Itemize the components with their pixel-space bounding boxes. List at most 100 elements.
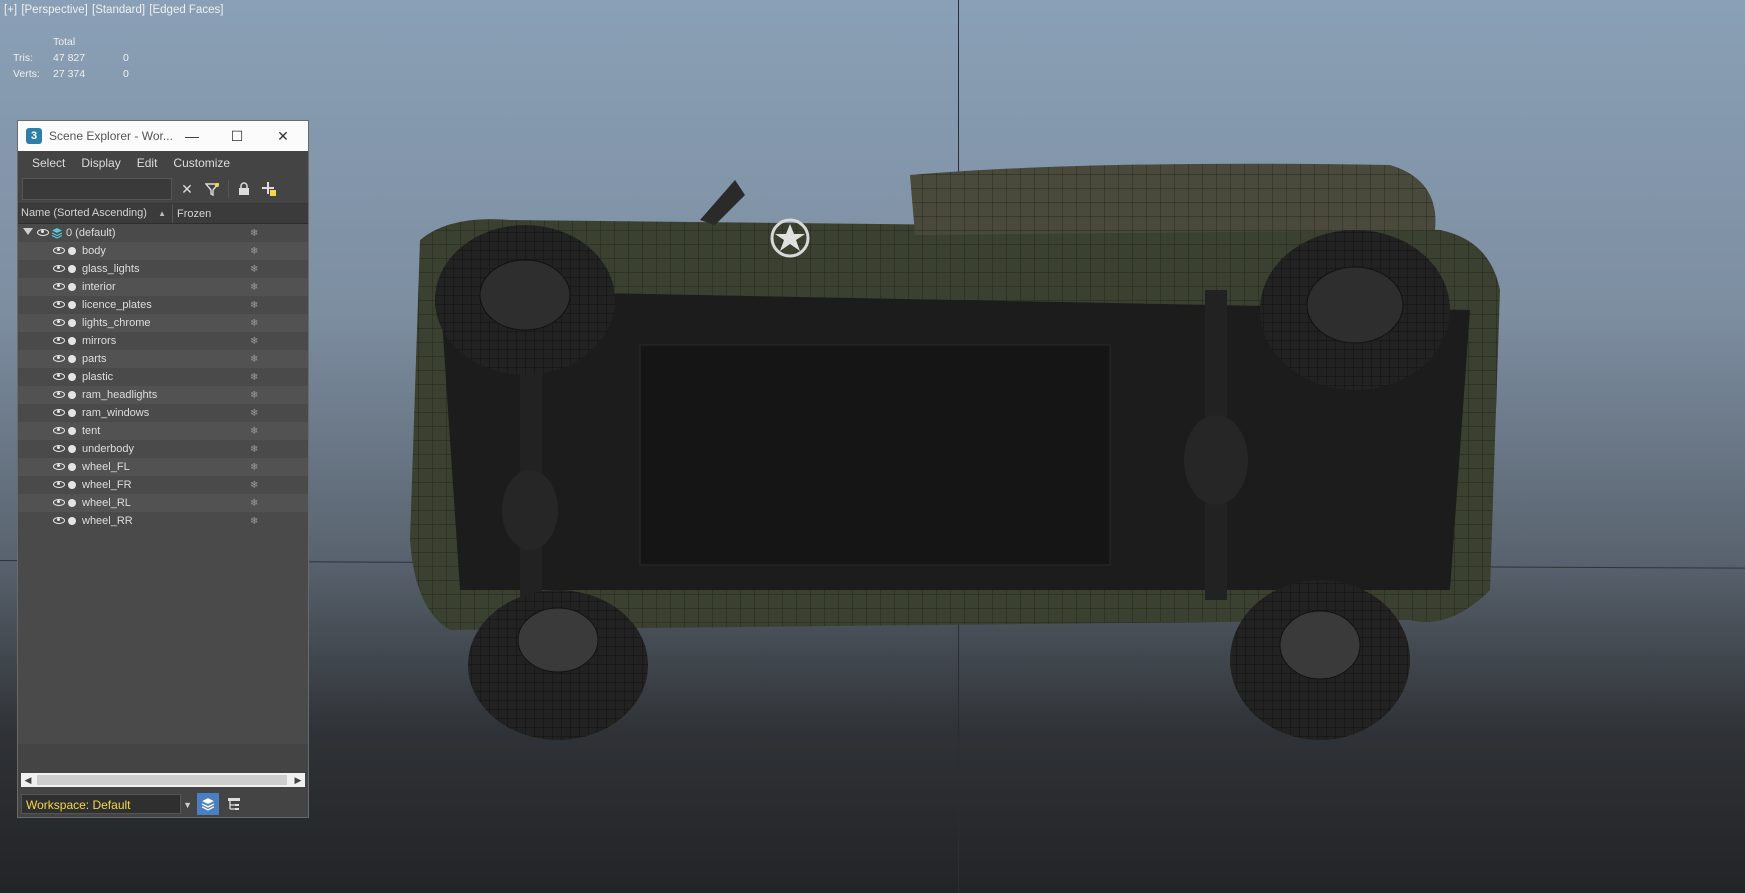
visibility-eye-icon[interactable] bbox=[53, 517, 65, 524]
object-row[interactable]: wheel_RL ❄ bbox=[18, 494, 308, 512]
object-row[interactable]: ram_headlights ❄ bbox=[18, 386, 308, 404]
menu-customize[interactable]: Customize bbox=[165, 156, 238, 170]
scene-explorer-window[interactable]: 3 Scene Explorer - Wor... — ☐ ✕ Select D… bbox=[17, 120, 309, 818]
object-row[interactable]: wheel_FR ❄ bbox=[18, 476, 308, 494]
scene-explorer-menubar: Select Display Edit Customize bbox=[18, 151, 308, 175]
object-dot-icon bbox=[68, 265, 76, 273]
object-row[interactable]: glass_lights ❄ bbox=[18, 260, 308, 278]
scene-tree[interactable]: 0 (default) ❄ body ❄ glass_lights ❄ interior… bbox=[18, 224, 308, 744]
object-row[interactable]: plastic ❄ bbox=[18, 368, 308, 386]
object-row[interactable]: parts ❄ bbox=[18, 350, 308, 368]
object-name: lights_chrome bbox=[82, 317, 151, 329]
visibility-eye-icon[interactable] bbox=[53, 481, 65, 488]
visibility-eye-icon[interactable] bbox=[53, 427, 65, 434]
freeze-snowflake-icon[interactable]: ❄ bbox=[250, 408, 258, 419]
workspace-dropdown[interactable]: Workspace: Default ▼ bbox=[21, 794, 192, 814]
vehicle-model[interactable] bbox=[390, 160, 1650, 740]
object-row[interactable]: interior ❄ bbox=[18, 278, 308, 296]
3dsmax-app-icon: 3 bbox=[26, 128, 42, 144]
wheel-front-top bbox=[435, 225, 615, 375]
visibility-eye-icon[interactable] bbox=[53, 319, 65, 326]
layer-explorer-button[interactable] bbox=[197, 793, 219, 815]
close-button[interactable]: ✕ bbox=[261, 121, 305, 151]
column-frozen-header[interactable]: Frozen bbox=[173, 208, 211, 220]
visibility-eye-icon[interactable] bbox=[37, 229, 49, 236]
freeze-snowflake-icon[interactable]: ❄ bbox=[250, 354, 258, 365]
object-name: body bbox=[82, 245, 106, 257]
stats-tris-total: 47 827 bbox=[53, 52, 86, 64]
freeze-snowflake-icon[interactable]: ❄ bbox=[250, 498, 258, 509]
visibility-eye-icon[interactable] bbox=[53, 499, 65, 506]
search-input[interactable] bbox=[22, 178, 172, 200]
object-row[interactable]: lights_chrome ❄ bbox=[18, 314, 308, 332]
sort-ascending-icon: ▲ bbox=[158, 209, 166, 218]
object-row[interactable]: underbody ❄ bbox=[18, 440, 308, 458]
menu-display[interactable]: Display bbox=[73, 156, 128, 170]
minimize-button[interactable]: — bbox=[170, 121, 214, 151]
viewport-menu-standard[interactable]: [Standard] bbox=[92, 4, 145, 16]
visibility-eye-icon[interactable] bbox=[53, 445, 65, 452]
viewport-label[interactable]: [+] [Perspective] [Standard] [Edged Face… bbox=[4, 4, 224, 16]
freeze-snowflake-icon[interactable]: ❄ bbox=[250, 516, 258, 527]
freeze-snowflake-icon[interactable]: ❄ bbox=[250, 282, 258, 293]
visibility-eye-icon[interactable] bbox=[53, 373, 65, 380]
freeze-snowflake-icon[interactable]: ❄ bbox=[250, 480, 258, 491]
viewport-menu-perspective[interactable]: [Perspective] bbox=[21, 4, 87, 16]
object-name: plastic bbox=[82, 371, 114, 383]
object-row[interactable]: ram_windows ❄ bbox=[18, 404, 308, 422]
freeze-snowflake-icon[interactable]: ❄ bbox=[250, 228, 258, 239]
freeze-snowflake-icon[interactable]: ❄ bbox=[250, 318, 258, 329]
object-dot-icon bbox=[68, 391, 76, 399]
horizontal-scrollbar[interactable]: ◀ ▶ bbox=[21, 773, 305, 787]
object-name: ram_windows bbox=[82, 407, 150, 419]
collapse-triangle-icon[interactable] bbox=[23, 228, 33, 235]
visibility-eye-icon[interactable] bbox=[53, 247, 65, 254]
freeze-snowflake-icon[interactable]: ❄ bbox=[250, 264, 258, 275]
menu-select[interactable]: Select bbox=[24, 156, 73, 170]
object-dot-icon bbox=[68, 481, 76, 489]
viewport-menu-plus[interactable]: [+] bbox=[4, 4, 17, 16]
lock-button[interactable] bbox=[234, 178, 254, 200]
visibility-eye-icon[interactable] bbox=[53, 463, 65, 470]
object-row[interactable]: body ❄ bbox=[18, 242, 308, 260]
object-row[interactable]: wheel_FL ❄ bbox=[18, 458, 308, 476]
freeze-snowflake-icon[interactable]: ❄ bbox=[250, 444, 258, 455]
object-row[interactable]: mirrors ❄ bbox=[18, 332, 308, 350]
filter-button[interactable] bbox=[202, 178, 222, 200]
scroll-thumb[interactable] bbox=[37, 775, 287, 785]
vehicle-floor-panel bbox=[639, 344, 1111, 566]
visibility-eye-icon[interactable] bbox=[53, 355, 65, 362]
visibility-eye-icon[interactable] bbox=[53, 283, 65, 290]
object-name: wheel_FR bbox=[82, 479, 132, 491]
chevron-down-icon: ▼ bbox=[183, 800, 192, 810]
freeze-snowflake-icon[interactable]: ❄ bbox=[250, 426, 258, 437]
freeze-snowflake-icon[interactable]: ❄ bbox=[250, 372, 258, 383]
object-dot-icon bbox=[68, 373, 76, 381]
add-layer-button[interactable] bbox=[259, 178, 279, 200]
column-name-header[interactable]: Name (Sorted Ascending) ▲ bbox=[18, 204, 173, 223]
visibility-eye-icon[interactable] bbox=[53, 409, 65, 416]
freeze-snowflake-icon[interactable]: ❄ bbox=[250, 462, 258, 473]
freeze-snowflake-icon[interactable]: ❄ bbox=[250, 300, 258, 311]
object-row[interactable]: tent ❄ bbox=[18, 422, 308, 440]
stats-tris-label: Tris: bbox=[13, 52, 34, 64]
freeze-snowflake-icon[interactable]: ❄ bbox=[250, 336, 258, 347]
clear-search-button[interactable]: ✕ bbox=[177, 178, 197, 200]
hierarchy-button[interactable] bbox=[223, 793, 245, 815]
visibility-eye-icon[interactable] bbox=[53, 337, 65, 344]
object-row[interactable]: licence_plates ❄ bbox=[18, 296, 308, 314]
scroll-left-arrow-icon[interactable]: ◀ bbox=[21, 773, 35, 787]
layer-row-default[interactable]: 0 (default) ❄ bbox=[18, 224, 308, 242]
layer-name: 0 (default) bbox=[66, 227, 116, 239]
menu-edit[interactable]: Edit bbox=[129, 156, 166, 170]
freeze-snowflake-icon[interactable]: ❄ bbox=[250, 390, 258, 401]
scene-explorer-titlebar[interactable]: 3 Scene Explorer - Wor... — ☐ ✕ bbox=[18, 121, 308, 151]
viewport-menu-edged-faces[interactable]: [Edged Faces] bbox=[149, 4, 223, 16]
object-row[interactable]: wheel_RR ❄ bbox=[18, 512, 308, 530]
visibility-eye-icon[interactable] bbox=[53, 301, 65, 308]
maximize-button[interactable]: ☐ bbox=[215, 121, 259, 151]
scroll-right-arrow-icon[interactable]: ▶ bbox=[291, 773, 305, 787]
visibility-eye-icon[interactable] bbox=[53, 265, 65, 272]
visibility-eye-icon[interactable] bbox=[53, 391, 65, 398]
freeze-snowflake-icon[interactable]: ❄ bbox=[250, 246, 258, 257]
